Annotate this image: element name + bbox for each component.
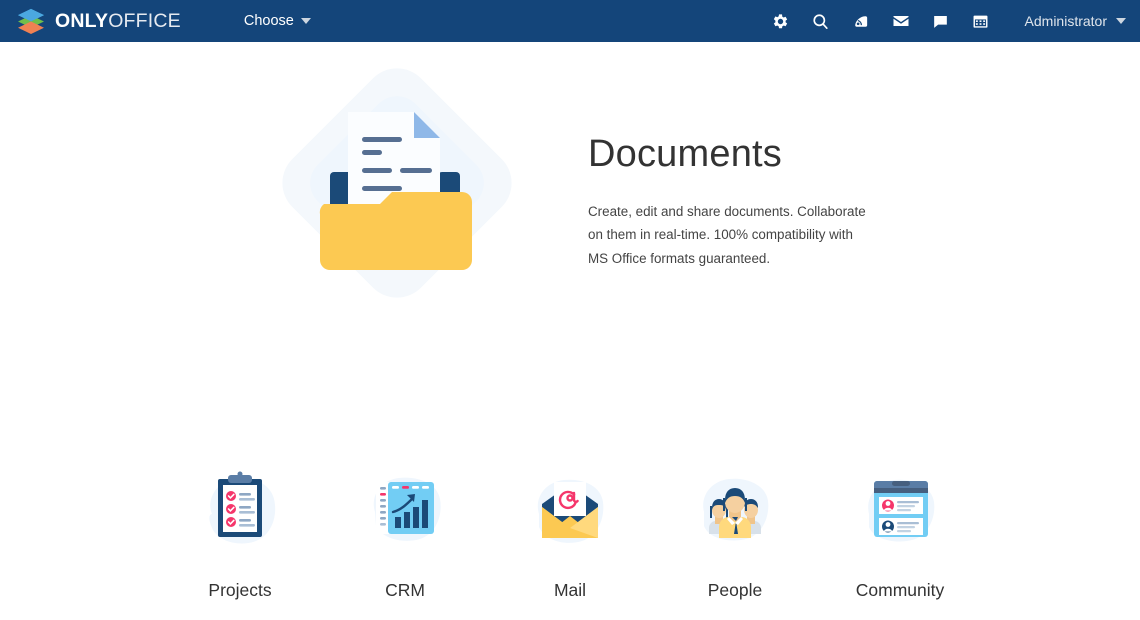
app-tile-projects[interactable]: Projects bbox=[185, 462, 295, 601]
user-menu[interactable]: Administrator bbox=[1025, 13, 1126, 29]
hero-description: Create, edit and share documents. Collab… bbox=[588, 203, 866, 266]
feed-icon[interactable] bbox=[841, 0, 881, 42]
main-content: Documents Create, edit and share documen… bbox=[0, 42, 1140, 620]
onlyoffice-layers-logo-icon bbox=[16, 8, 46, 34]
app-tile-crm[interactable]: CRM bbox=[350, 462, 460, 601]
choose-label: Choose bbox=[243, 13, 294, 29]
chat-icon[interactable] bbox=[921, 0, 961, 42]
documents-folder-illustration-icon bbox=[252, 64, 542, 334]
app-label-people: People bbox=[707, 580, 763, 600]
dashboard-chart-icon bbox=[355, 462, 455, 562]
brand-only: ONLY bbox=[55, 9, 109, 32]
community-posts-icon bbox=[850, 462, 950, 562]
user-name-label: Administrator bbox=[1024, 13, 1107, 29]
app-label-crm: CRM bbox=[385, 580, 425, 600]
app-label-community: Community bbox=[855, 580, 945, 600]
app-label-projects: Projects bbox=[208, 580, 272, 600]
top-header-bar: ONLYOFFICE Choose Administrator bbox=[0, 0, 1140, 42]
app-shortcuts-row: Projects CRM Mail People Community bbox=[0, 462, 1140, 601]
brand-home-link[interactable]: ONLYOFFICE bbox=[16, 8, 181, 34]
clipboard-checklist-icon bbox=[190, 462, 290, 562]
header-actions: Administrator bbox=[761, 0, 1126, 42]
chevron-down-icon bbox=[300, 18, 311, 24]
page-title: Documents bbox=[588, 132, 782, 175]
mail-icon[interactable] bbox=[881, 0, 921, 42]
brand-title: ONLYOFFICE bbox=[55, 10, 181, 33]
search-icon[interactable] bbox=[801, 0, 841, 42]
app-tile-community[interactable]: Community bbox=[845, 462, 955, 601]
calendar-icon[interactable] bbox=[961, 0, 1001, 42]
choose-dropdown[interactable]: Choose bbox=[244, 13, 311, 29]
gear-icon[interactable] bbox=[761, 0, 801, 42]
app-label-mail: Mail bbox=[553, 580, 587, 600]
hero-copy: Documents Create, edit and share documen… bbox=[588, 128, 888, 270]
chevron-down-icon bbox=[1116, 18, 1126, 24]
hero-section: Documents Create, edit and share documen… bbox=[0, 42, 1140, 334]
app-tile-mail[interactable]: Mail bbox=[515, 462, 625, 601]
people-group-icon bbox=[685, 462, 785, 562]
brand-office: OFFICE bbox=[108, 9, 181, 32]
app-tile-people[interactable]: People bbox=[680, 462, 790, 601]
open-envelope-at-icon bbox=[520, 462, 620, 562]
